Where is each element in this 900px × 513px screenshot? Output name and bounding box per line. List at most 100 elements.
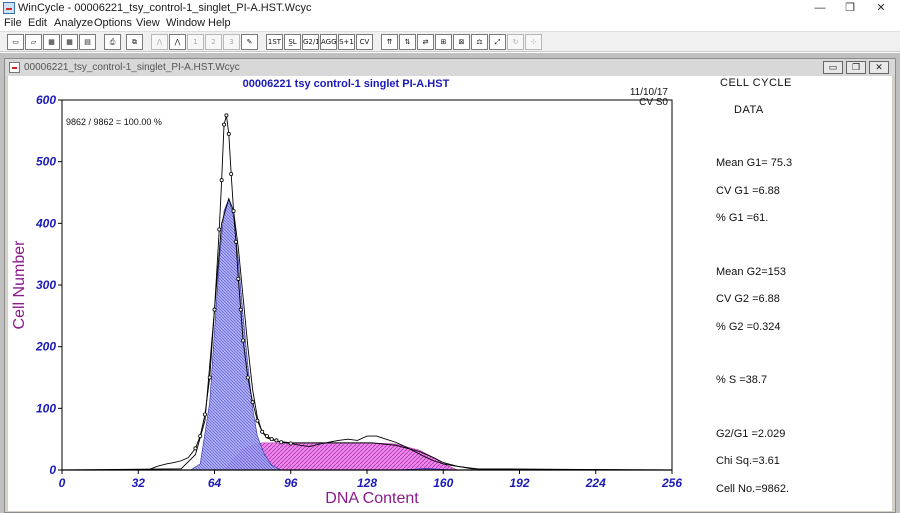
y-tick-label: 200 (35, 340, 56, 354)
histogram-window-title: 00006221_tsy_control-1_singlet_PI-A.HST.… (24, 62, 240, 73)
peak-model-button[interactable]: ⋀ (151, 34, 168, 50)
title-bar: WinCycle - 00006221_tsy_control-1_single… (0, 0, 900, 16)
x-tick-label: 96 (284, 476, 298, 490)
print-button[interactable]: ⎙ (104, 34, 121, 50)
stats-heading-data: DATA (734, 104, 764, 116)
histogram-point (198, 434, 203, 439)
fit-icon: ⊹ (530, 38, 537, 46)
new-file-icon: ▭ (12, 38, 19, 46)
histogram-point (238, 307, 243, 312)
x-tick-label: 128 (357, 476, 377, 490)
histogram-point (229, 172, 234, 177)
menu-view[interactable]: View (136, 17, 160, 29)
y-tick-label: 500 (36, 155, 56, 169)
save-button[interactable]: ▤ (79, 34, 96, 50)
sl-icon: S̲L (288, 38, 297, 46)
marker-zoom-icon: ⊞ (440, 38, 447, 46)
open-histogram-button[interactable]: ▦ (43, 34, 60, 50)
menu-edit[interactable]: Edit (28, 17, 47, 29)
markers-button[interactable]: ⇈ (381, 34, 398, 50)
cv-icon: CV (359, 38, 370, 46)
agg-icon: AGG (321, 38, 336, 46)
scale-button[interactable]: ⚖ (471, 34, 488, 50)
stats-heading-cell-cycle: CELL CYCLE (720, 77, 792, 89)
document-icon (9, 62, 20, 73)
histogram-point (233, 239, 238, 244)
save-histogram-button[interactable]: ▦ (61, 34, 78, 50)
save-histogram-icon: ▦ (66, 38, 73, 46)
child-close-button[interactable]: ✕ (869, 61, 889, 74)
marker-left-button[interactable]: ⇅ (399, 34, 416, 50)
peak-2-button[interactable]: 2 (205, 34, 222, 50)
open-file-button[interactable]: ▱ (25, 34, 42, 50)
gate-statistics: 9862 / 9862 = 100.00 % (66, 117, 162, 127)
x-tick-label: 256 (661, 476, 682, 490)
histogram-point (207, 375, 212, 380)
child-minimize-button[interactable]: ▭ (823, 61, 843, 74)
peak-model-2-button[interactable]: ⋀ (169, 34, 186, 50)
y-tick-label: 400 (35, 216, 56, 230)
histogram-point (279, 440, 284, 445)
marker-move-button[interactable]: ⇄ (417, 34, 434, 50)
wincycle-app: WinCycle - 00006221_tsy_control-1_single… (0, 0, 900, 513)
rescale-button[interactable]: ⤢ (489, 34, 506, 50)
minimize-button[interactable]: — (803, 0, 837, 16)
histogram-point (236, 276, 241, 281)
menu-window[interactable]: Window (166, 17, 205, 29)
agg-button[interactable]: AGG (320, 34, 337, 50)
plot-title: 00006221 tsy control-1 singlet PI-A.HST (243, 78, 450, 90)
first-icon: 1ST (267, 38, 282, 46)
marker-zoom-button[interactable]: ⊞ (435, 34, 452, 50)
maximize-button[interactable]: ❐ (833, 0, 867, 16)
first-button[interactable]: 1ST (266, 34, 283, 50)
refresh-icon: ↻ (512, 38, 519, 46)
y-tick-label: 600 (36, 93, 56, 107)
marker-move-icon: ⇄ (422, 38, 429, 46)
menu-file[interactable]: File (4, 17, 22, 29)
g2g1-icon: G2/1 (303, 38, 318, 46)
menu-analyze[interactable]: Analyze (54, 17, 93, 29)
histogram-point (250, 400, 255, 405)
menu-options[interactable]: Options (94, 17, 132, 29)
new-file-button[interactable]: ▭ (7, 34, 24, 50)
cv-button[interactable]: CV (356, 34, 373, 50)
marker-clear-icon: ⊠ (458, 38, 465, 46)
stat-chi-sq: Chi Sq.=3.61 (716, 455, 780, 467)
peak-3-button[interactable]: 3 (223, 34, 240, 50)
x-tick-label: 0 (59, 476, 66, 490)
histogram-window-title-bar: 00006221_tsy_control-1_singlet_PI-A.HST.… (5, 59, 895, 76)
stat-mean-g2: Mean G2=153 (716, 266, 787, 278)
peak-1-button[interactable]: 1 (187, 34, 204, 50)
fit-button[interactable]: ⊹ (525, 34, 542, 50)
child-restore-button[interactable]: ❐ (846, 61, 866, 74)
histogram-point (255, 418, 260, 423)
markers-icon: ⇈ (386, 38, 393, 46)
s-plus-1-button[interactable]: S+1 (338, 34, 355, 50)
close-button[interactable]: ✕ (864, 0, 898, 16)
histogram-point (217, 227, 222, 232)
y-tick-label: 0 (49, 463, 56, 477)
save-icon: ▤ (84, 38, 91, 46)
peak-3-icon: 3 (229, 38, 234, 46)
histogram-point (264, 434, 269, 439)
peak-edit-button[interactable]: ✎ (241, 34, 258, 50)
s-plus-1-icon: S+1 (339, 38, 354, 46)
stat-mean-g1: Mean G1= 75.3 (716, 157, 793, 169)
y-axis-label: Cell Number (11, 240, 28, 330)
x-tick-label: 64 (208, 476, 222, 490)
peak-2-icon: 2 (211, 38, 216, 46)
histogram-window-body: 00006221 tsy control-1 singlet PI-A.HST … (8, 76, 892, 511)
open-file-icon: ▱ (30, 38, 37, 46)
g2g1-button[interactable]: G2/1 (302, 34, 319, 50)
refresh-button[interactable]: ↻ (507, 34, 524, 50)
marker-clear-button[interactable]: ⊠ (453, 34, 470, 50)
rescale-icon: ⤢ (494, 38, 501, 46)
sl-button[interactable]: S̲L (284, 34, 301, 50)
stat-cv-g2: CV G2 =6.88 (716, 293, 780, 305)
copy-button[interactable]: ⧉ (126, 34, 143, 50)
menu-help[interactable]: Help (208, 17, 231, 29)
histogram-point (224, 113, 229, 118)
stat-g2-g1: G2/G1 =2.029 (716, 428, 786, 440)
histogram-point (212, 307, 217, 312)
stat-cv-g1: CV G1 =6.88 (716, 185, 780, 197)
